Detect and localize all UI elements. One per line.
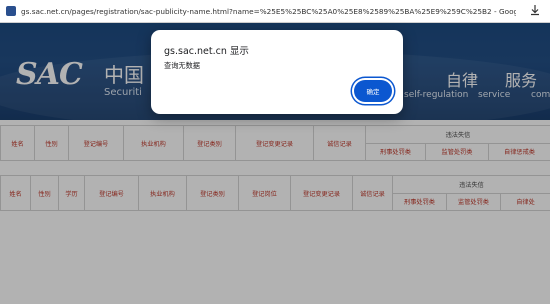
alert-dialog: gs.sac.net.cn 显示 查询无数据 确定: [151, 30, 403, 114]
browser-title-bar: gs.sac.net.cn/pages/registration/sac-pub…: [0, 0, 550, 23]
dialog-title: gs.sac.net.cn 显示: [164, 46, 249, 57]
site-favicon-icon: [6, 6, 16, 16]
ok-button[interactable]: 确定: [354, 80, 392, 102]
window-title-url: gs.sac.net.cn/pages/registration/sac-pub…: [21, 6, 516, 16]
dialog-message: 查询无数据: [164, 61, 200, 70]
download-icon[interactable]: [528, 4, 542, 18]
